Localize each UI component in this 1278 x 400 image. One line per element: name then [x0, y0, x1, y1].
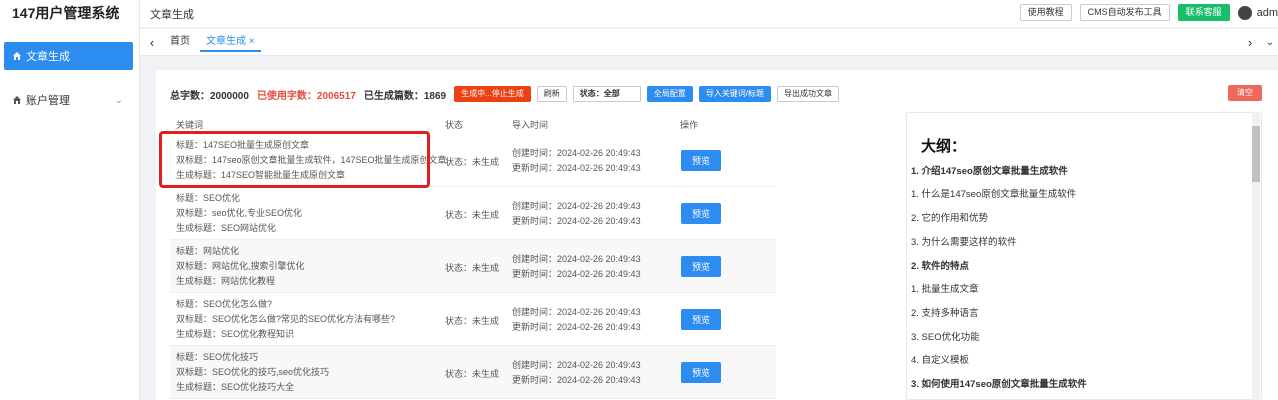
updated-time: 更新时间：2024-02-26 20:49:43	[512, 216, 641, 226]
outline-item: 2. 软件的特点	[911, 261, 970, 272]
tab-bar: ‹ 首页 文章生成 × › ⌄	[140, 29, 1278, 56]
contact-support-button[interactable]: 联系客服	[1177, 4, 1230, 21]
keyword-cell: 标题：网站优化 双标题：网站优化,搜索引擎优化 生成标题：网站优化教程	[176, 244, 305, 289]
status-cell: 状态：未生成	[445, 157, 500, 167]
sidebar-item-label: 账户管理	[26, 95, 70, 107]
highlight-box	[159, 131, 430, 188]
created-time: 创建时间：2024-02-26 20:49:43	[512, 360, 641, 370]
time-cell: 创建时间：2024-02-26 20:49:43 更新时间：2024-02-26…	[512, 305, 641, 335]
updated-time: 更新时间：2024-02-26 20:49:43	[512, 322, 641, 332]
scrollbar-thumb[interactable]	[1252, 126, 1260, 182]
table-row: 标题：SEO优化怎么做? 双标题：SEO优化怎么做?常见的SEO优化方法有哪些?…	[170, 293, 776, 346]
row-double-title: 双标题：SEO优化怎么做?常见的SEO优化方法有哪些?	[176, 314, 396, 324]
outline-item: 1. 批量生成文章	[911, 284, 979, 295]
tab-article-gen[interactable]: 文章生成 ×	[200, 32, 261, 52]
time-cell: 创建时间：2024-02-26 20:49:43 更新时间：2024-02-26…	[512, 146, 641, 176]
keyword-cell: 标题：SEO优化技巧 双标题：SEO优化的技巧,seo优化技巧 生成标题：SEO…	[176, 350, 329, 395]
row-title: 标题：网站优化	[176, 246, 240, 256]
time-cell: 创建时间：2024-02-26 20:49:43 更新时间：2024-02-26…	[512, 358, 641, 388]
app-title: 147用户管理系统	[12, 5, 120, 21]
home-icon	[13, 96, 21, 104]
export-articles-button[interactable]: 导出成功文章	[777, 86, 840, 102]
chevron-down-icon[interactable]: ⌄	[1258, 37, 1278, 48]
row-gen-title: 生成标题：网站优化教程	[176, 276, 276, 286]
header: 文章生成 使用教程 CMS自动发布工具 联系客服 adm	[140, 0, 1278, 28]
username[interactable]: adm	[1257, 7, 1278, 19]
keyword-cell: 标题：SEO优化 双标题：seo优化,专业SEO优化 生成标题：SEO网站优化	[176, 191, 302, 236]
table-row: 标题：网站优化 双标题：网站优化,搜索引擎优化 生成标题：网站优化教程 状态：未…	[170, 240, 776, 293]
preview-button[interactable]: 预览	[681, 309, 721, 330]
status-cell: 状态：未生成	[445, 263, 500, 273]
outline-title: 大纲：	[921, 138, 967, 155]
column-header: 状态	[445, 120, 464, 130]
row-title: 标题：SEO优化怎么做?	[176, 299, 273, 309]
sidebar: 147用户管理系统 文章生成 账户管理 ⌄	[0, 0, 140, 400]
outline-item: 2. 支持多种语言	[911, 308, 979, 319]
stop-generate-button[interactable]: 生成中...停止生成	[454, 86, 531, 102]
preview-button[interactable]: 预览	[681, 362, 721, 383]
updated-time: 更新时间：2024-02-26 20:49:43	[512, 269, 641, 279]
refresh-button[interactable]: 刷新	[536, 86, 567, 102]
used-words: 已使用字数：2006517	[256, 90, 356, 102]
generated-count: 已生成篇数：1869	[363, 90, 447, 102]
cms-tool-button[interactable]: CMS自动发布工具	[1079, 4, 1170, 21]
avatar[interactable]	[1237, 5, 1252, 20]
home-icon	[13, 52, 21, 60]
column-header: 导入时间	[512, 120, 549, 130]
status-cell: 状态：未生成	[445, 369, 500, 379]
table-row: 标题：SEO优化技巧 双标题：SEO优化的技巧,seo优化技巧 生成标题：SEO…	[170, 346, 776, 399]
row-double-title: 双标题：网站优化,搜索引擎优化	[176, 261, 305, 271]
import-keywords-button[interactable]: 导入关键词/标题	[698, 86, 772, 102]
status-cell: 状态：未生成	[445, 316, 500, 326]
sidebar-item-label: 文章生成	[26, 51, 70, 63]
breadcrumb: 文章生成	[150, 8, 194, 21]
outline-item: 3. 为什么需要这样的软件	[911, 237, 1017, 248]
preview-button[interactable]: 预览	[681, 150, 721, 171]
tutorial-button[interactable]: 使用教程	[1019, 4, 1072, 21]
column-header: 操作	[680, 120, 699, 130]
updated-time: 更新时间：2024-02-26 20:49:43	[512, 375, 641, 385]
time-cell: 创建时间：2024-02-26 20:49:43 更新时间：2024-02-26…	[512, 252, 641, 282]
chevron-down-icon: ⌄	[114, 94, 123, 106]
outline-item: 1. 什么是147seo原创文章批量生成软件	[911, 189, 1077, 200]
column-header: 关键词	[176, 120, 204, 130]
stats-toolbar: 总字数：2000000 已使用字数：2006517 已生成篇数：1869 生成中…	[170, 86, 845, 102]
row-double-title: 双标题：SEO优化的技巧,seo优化技巧	[176, 367, 330, 377]
row-title: 标题：SEO优化技巧	[176, 352, 259, 362]
clear-button[interactable]: 清空	[1228, 85, 1262, 101]
row-double-title: 双标题：seo优化,专业SEO优化	[176, 208, 303, 218]
outline-item: 2. 它的作用和优势	[911, 213, 989, 224]
status-cell: 状态：未生成	[445, 210, 500, 220]
outline-item: 3. SEO优化功能	[911, 332, 980, 343]
time-cell: 创建时间：2024-02-26 20:49:43 更新时间：2024-02-26…	[512, 199, 641, 229]
preview-button[interactable]: 预览	[681, 256, 721, 277]
updated-time: 更新时间：2024-02-26 20:49:43	[512, 163, 641, 173]
sidebar-item-account[interactable]: 账户管理 ⌄	[4, 86, 133, 114]
row-gen-title: 生成标题：SEO网站优化	[176, 223, 277, 233]
created-time: 创建时间：2024-02-26 20:49:43	[512, 307, 641, 317]
outline-panel: 大纲： 1. 介绍147seo原创文章批量生成软件 1. 什么是147seo原创…	[906, 112, 1262, 400]
global-config-button[interactable]: 全局配置	[646, 86, 693, 102]
status-select[interactable]: 状态：全部	[572, 86, 641, 102]
created-time: 创建时间：2024-02-26 20:49:43	[512, 201, 641, 211]
sidebar-item-article-gen[interactable]: 文章生成	[4, 42, 133, 70]
chevron-left-icon[interactable]: ‹	[140, 35, 164, 50]
total-words: 总字数：2000000	[170, 90, 249, 102]
created-time: 创建时间：2024-02-26 20:49:43	[512, 254, 641, 264]
created-time: 创建时间：2024-02-26 20:49:43	[512, 148, 641, 158]
preview-button[interactable]: 预览	[681, 203, 721, 224]
outline-item: 4. 自定义模板	[911, 355, 970, 366]
outline-item: 3. 如何使用147seo原创文章批量生成软件	[911, 379, 1087, 390]
row-gen-title: 生成标题：SEO优化教程知识	[176, 329, 295, 339]
tab-home[interactable]: 首页	[164, 32, 196, 52]
table-row: 标题：SEO优化 双标题：seo优化,专业SEO优化 生成标题：SEO网站优化 …	[170, 187, 776, 240]
outline-scrollbar[interactable]	[1252, 112, 1260, 400]
outline-item: 1. 介绍147seo原创文章批量生成软件	[911, 166, 1068, 177]
row-gen-title: 生成标题：SEO优化技巧大全	[176, 382, 295, 392]
keyword-cell: 标题：SEO优化怎么做? 双标题：SEO优化怎么做?常见的SEO优化方法有哪些?…	[176, 297, 395, 342]
row-title: 标题：SEO优化	[176, 193, 241, 203]
